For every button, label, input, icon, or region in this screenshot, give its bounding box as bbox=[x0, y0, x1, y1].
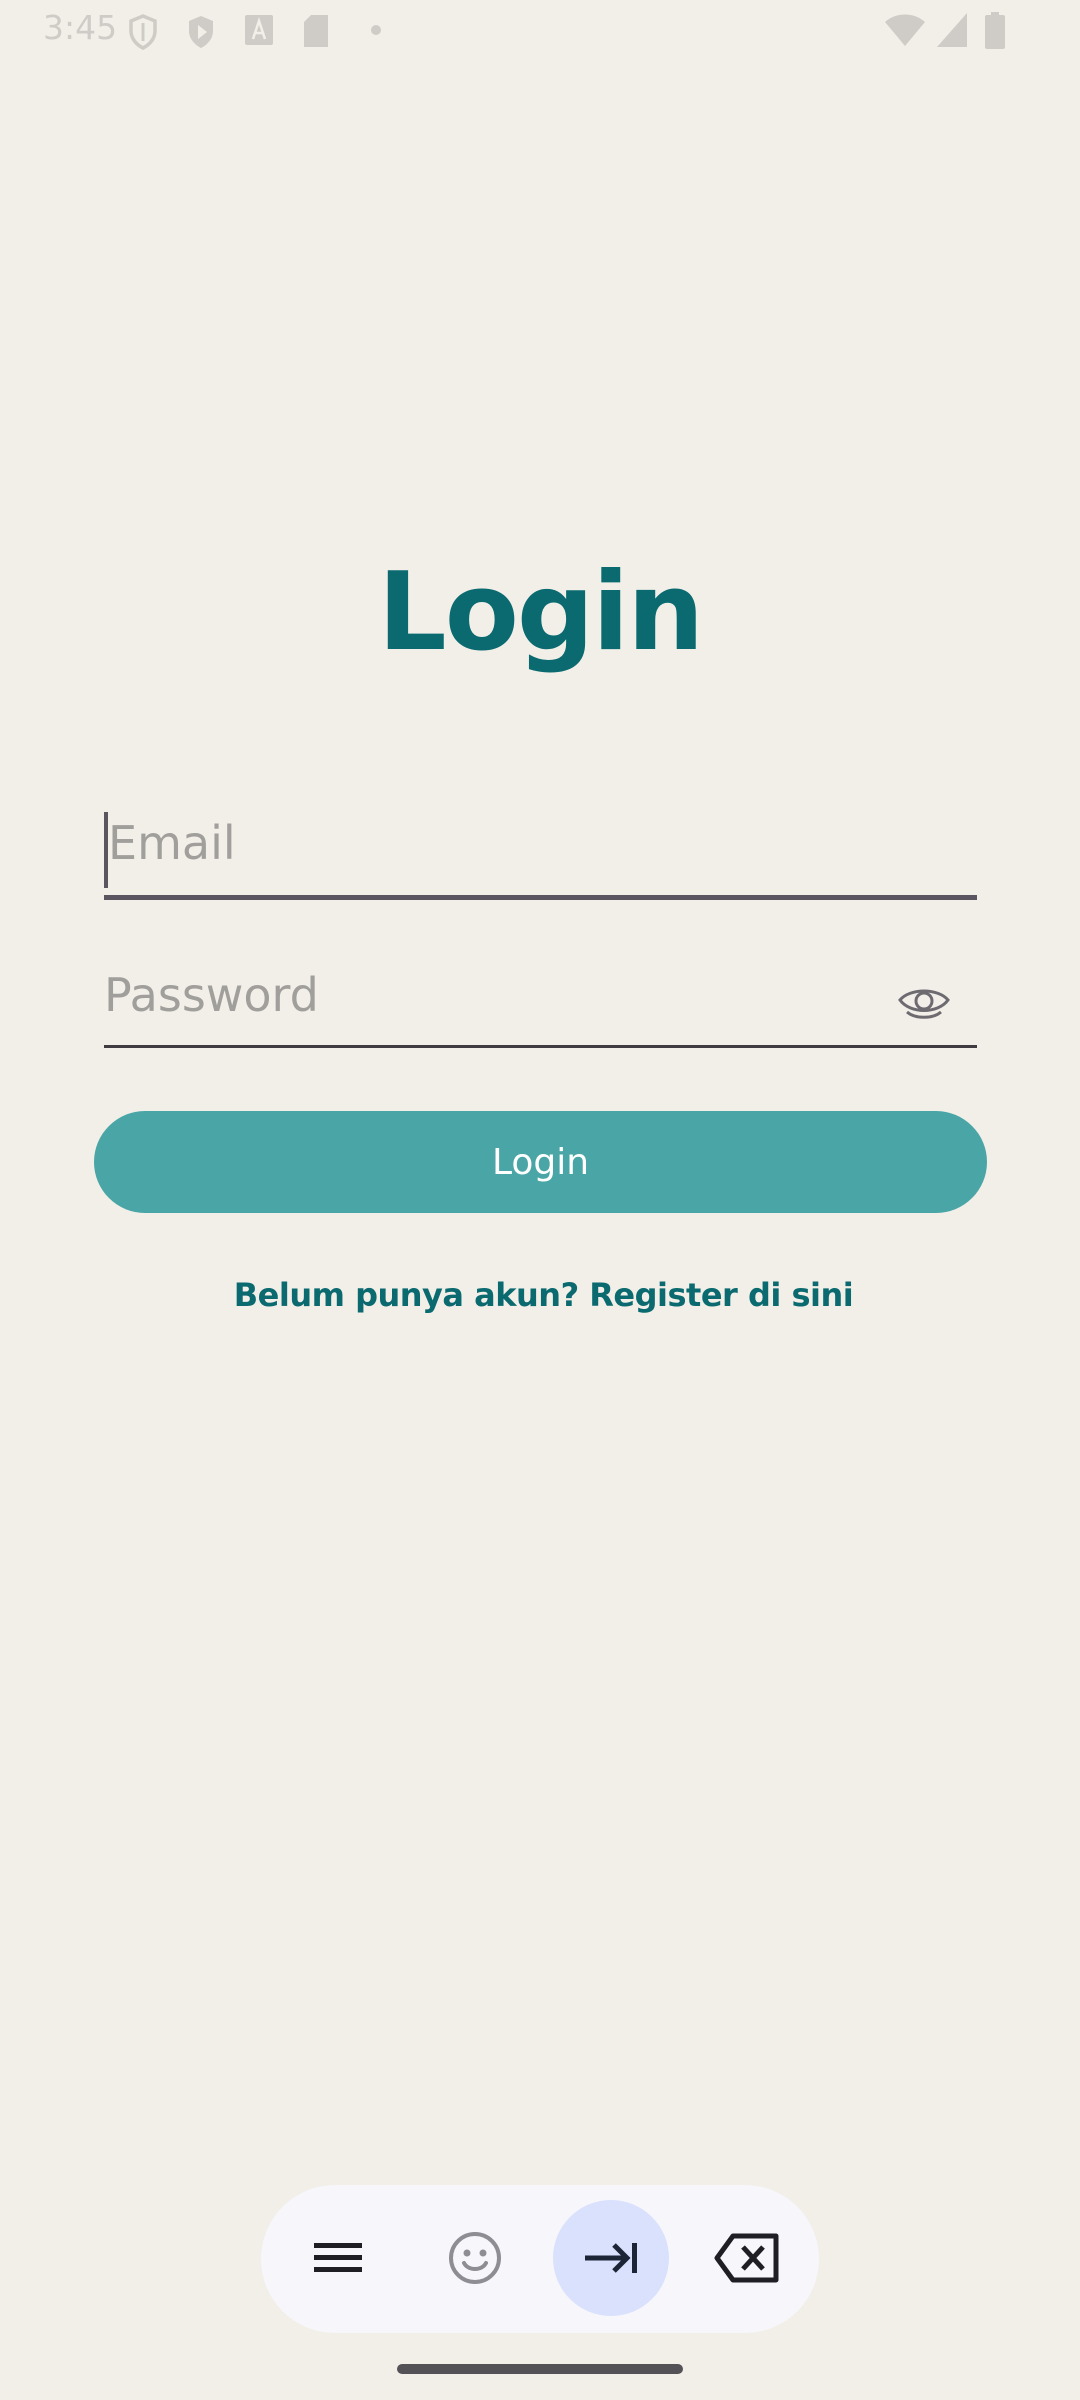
login-button[interactable]: Login bbox=[94, 1111, 987, 1213]
email-placeholder: Email bbox=[108, 816, 236, 870]
font-icon bbox=[244, 14, 274, 46]
toggle-visibility-eye-icon[interactable] bbox=[897, 982, 951, 1026]
signal-icon bbox=[936, 12, 968, 48]
sd-card-icon bbox=[302, 14, 330, 48]
menu-icon[interactable] bbox=[280, 2200, 396, 2316]
status-bar: 3:45 bbox=[0, 0, 1080, 62]
tab-next-icon[interactable] bbox=[553, 2200, 669, 2316]
backspace-icon[interactable] bbox=[689, 2200, 805, 2316]
wifi-icon bbox=[884, 12, 926, 48]
password-placeholder: Password bbox=[104, 968, 319, 1022]
register-link[interactable]: Belum punya akun? Register di sini bbox=[0, 1276, 1080, 1314]
battery-icon bbox=[984, 12, 1006, 50]
status-time: 3:45 bbox=[43, 8, 118, 47]
page-title: Login bbox=[377, 550, 704, 675]
password-underline bbox=[104, 1045, 977, 1048]
play-protect-icon bbox=[186, 14, 216, 50]
shield-icon bbox=[128, 14, 158, 50]
email-field[interactable]: Email bbox=[104, 808, 977, 900]
emoji-icon[interactable] bbox=[417, 2200, 533, 2316]
dot-icon bbox=[370, 24, 382, 36]
login-screen: 3:45 Login Email Password Login Belum pu… bbox=[0, 0, 1080, 2400]
email-underline bbox=[104, 895, 977, 900]
keyboard-toolbar bbox=[261, 2185, 819, 2333]
home-indicator[interactable] bbox=[397, 2364, 683, 2374]
password-field[interactable]: Password bbox=[104, 962, 977, 1048]
